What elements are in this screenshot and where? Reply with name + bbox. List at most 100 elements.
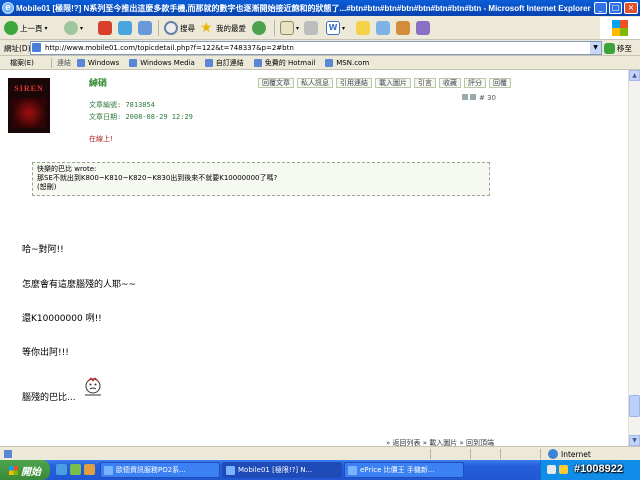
messenger-button[interactable] xyxy=(376,19,390,37)
print-button[interactable] xyxy=(304,19,318,37)
media-icon xyxy=(252,21,266,35)
research-button[interactable] xyxy=(396,19,410,37)
discuss-button[interactable] xyxy=(356,19,370,37)
link-msn[interactable]: MSN.com xyxy=(325,58,369,67)
quicklaunch-desktop-icon[interactable] xyxy=(70,464,81,475)
stop-button[interactable] xyxy=(98,19,112,37)
task-app-icon xyxy=(348,465,357,475)
media-button[interactable] xyxy=(252,19,266,37)
quote-link-button[interactable]: 引用連結 xyxy=(336,78,372,88)
tool-button[interactable] xyxy=(416,19,430,37)
link-custom[interactable]: 自訂連結 xyxy=(204,58,244,68)
status-divider xyxy=(470,449,471,459)
link-label: 自訂連結 xyxy=(215,58,244,67)
avatar-art xyxy=(12,98,46,128)
task-button-active[interactable]: Mobile01 [極限!?] N... xyxy=(222,462,342,478)
links-separator xyxy=(51,57,52,68)
search-button[interactable]: 搜尋 xyxy=(164,19,195,37)
tray-network-icon[interactable] xyxy=(547,465,556,474)
search-label: 搜尋 xyxy=(180,23,195,33)
favorites-menu[interactable]: 檔案(E) xyxy=(10,58,46,68)
avatar[interactable]: SIREN xyxy=(8,78,50,133)
ie-icon: e xyxy=(2,2,14,14)
maximize-button[interactable]: □ xyxy=(609,2,622,14)
quicklaunch-media-icon[interactable] xyxy=(84,464,95,475)
task-button[interactable]: 歐德資訊服務PO2系... xyxy=(100,462,220,478)
zone-label: Internet xyxy=(561,449,591,459)
task-label: ePrice 比價王 手機新... xyxy=(360,466,435,474)
refresh-icon xyxy=(118,21,132,35)
article-date-label: 文章日期: xyxy=(89,113,122,121)
favorites-label: 我的最愛 xyxy=(216,23,246,33)
quote-text: 那SE不就出到K800~K810~K820~K830出到後來不就要K100000… xyxy=(37,174,278,182)
tray-volume-icon[interactable] xyxy=(559,465,568,474)
forward-button[interactable]: ▾ xyxy=(64,19,83,37)
start-button[interactable]: 開始 xyxy=(0,460,50,480)
avatar-logo: SIREN xyxy=(14,84,44,93)
edit-button[interactable]: W ▾ xyxy=(326,19,345,37)
scroll-down-button[interactable]: ▼ xyxy=(629,435,640,446)
research-icon xyxy=(396,21,410,35)
address-dropdown-button[interactable]: ▼ xyxy=(590,42,601,54)
windows-flag-icon xyxy=(612,20,628,36)
back-arrow-icon xyxy=(4,21,18,35)
quote-box: 快樂的巴比 wrote: 那SE不就出到K800~K810~K820~K830出… xyxy=(32,162,490,196)
link-hotmail[interactable]: 免費的 Hotmail xyxy=(253,58,315,68)
minimize-button[interactable]: _ xyxy=(594,2,607,14)
go-button[interactable]: 移至 xyxy=(604,41,632,55)
quick-reply-icon[interactable] xyxy=(470,94,476,100)
chevron-down-icon: ▾ xyxy=(342,24,346,32)
reply-button[interactable]: 回覆 xyxy=(489,78,511,88)
address-input[interactable]: http://www.mobile01.com/topicdetail.php?… xyxy=(30,41,602,55)
status-divider xyxy=(500,449,501,459)
floor-label: # 30 xyxy=(479,94,496,102)
link-page-icon xyxy=(253,58,262,67)
quicklaunch-ie-icon[interactable] xyxy=(56,464,67,475)
bookmark-button[interactable]: 收藏 xyxy=(439,78,461,88)
toolbar-separator xyxy=(274,20,275,36)
floor-number: # 30 xyxy=(462,94,496,102)
messenger-icon xyxy=(376,21,390,35)
load-images-button[interactable]: 載入圖片 xyxy=(375,78,411,88)
folder-icon xyxy=(356,21,370,35)
close-button[interactable]: × xyxy=(624,2,638,14)
link-windows[interactable]: Windows xyxy=(77,58,119,67)
back-button[interactable]: 上一頁 ▾ xyxy=(4,19,48,37)
status-divider xyxy=(430,449,431,459)
post-action-buttons: 回覆文章 私人訊息 引用連結 載入圖片 引言 收藏 評分 回覆 xyxy=(258,78,511,88)
task-app-icon xyxy=(104,465,113,475)
link-windows-media[interactable]: Windows Media xyxy=(129,58,195,67)
quote-tail: (恕刪) xyxy=(37,183,57,191)
links-label: 連結 xyxy=(57,58,71,67)
vertical-scrollbar[interactable]: ▲ ▼ xyxy=(628,70,640,446)
private-message-button[interactable]: 私人訊息 xyxy=(297,78,333,88)
scroll-up-button[interactable]: ▲ xyxy=(629,70,640,81)
post-footer-links[interactable]: » 返回列表 » 載入圖片 » 回到頂端 xyxy=(386,438,494,446)
rate-button[interactable]: 評分 xyxy=(464,78,486,88)
post-line: 還K10000000 咧!! xyxy=(22,314,102,324)
chevron-down-icon: ▾ xyxy=(80,24,84,32)
go-label: 移至 xyxy=(617,43,632,53)
toolbar-separator xyxy=(158,20,159,36)
refresh-button[interactable] xyxy=(118,19,132,37)
status-bar: Internet xyxy=(0,446,640,460)
report-icon[interactable] xyxy=(462,94,468,100)
home-icon xyxy=(138,21,152,35)
post-username[interactable]: 綽硝 xyxy=(89,76,107,89)
window-title: Mobile01 [極限!?] N系列至今推出這麼多款手機,而那就的數字也逐漸開… xyxy=(16,4,591,13)
task-button[interactable]: ePrice 比價王 手機新... xyxy=(344,462,464,478)
security-zone[interactable]: Internet xyxy=(548,449,591,459)
mail-button[interactable]: ▾ xyxy=(280,19,299,37)
quote-button[interactable]: 引言 xyxy=(414,78,436,88)
page-status-icon xyxy=(4,450,12,458)
links-bar: 檔案(E) 連結 Windows Windows Media 自訂連結 免費的 … xyxy=(0,56,640,70)
start-label: 開始 xyxy=(21,466,41,478)
scroll-thumb[interactable] xyxy=(629,395,640,417)
reply-post-button[interactable]: 回覆文章 xyxy=(258,78,294,88)
post-line: 腦殘的巴比... xyxy=(22,393,76,403)
home-button[interactable] xyxy=(138,19,152,37)
window-titlebar[interactable]: e Mobile01 [極限!?] N系列至今推出這麼多款手機,而那就的數字也逐… xyxy=(0,0,640,16)
link-page-icon xyxy=(77,58,85,67)
page-content: SIREN 綽硝 回覆文章 私人訊息 引用連結 載入圖片 引言 收藏 評分 回覆… xyxy=(0,70,628,446)
favorites-button[interactable]: ★ 我的最愛 xyxy=(200,19,246,37)
